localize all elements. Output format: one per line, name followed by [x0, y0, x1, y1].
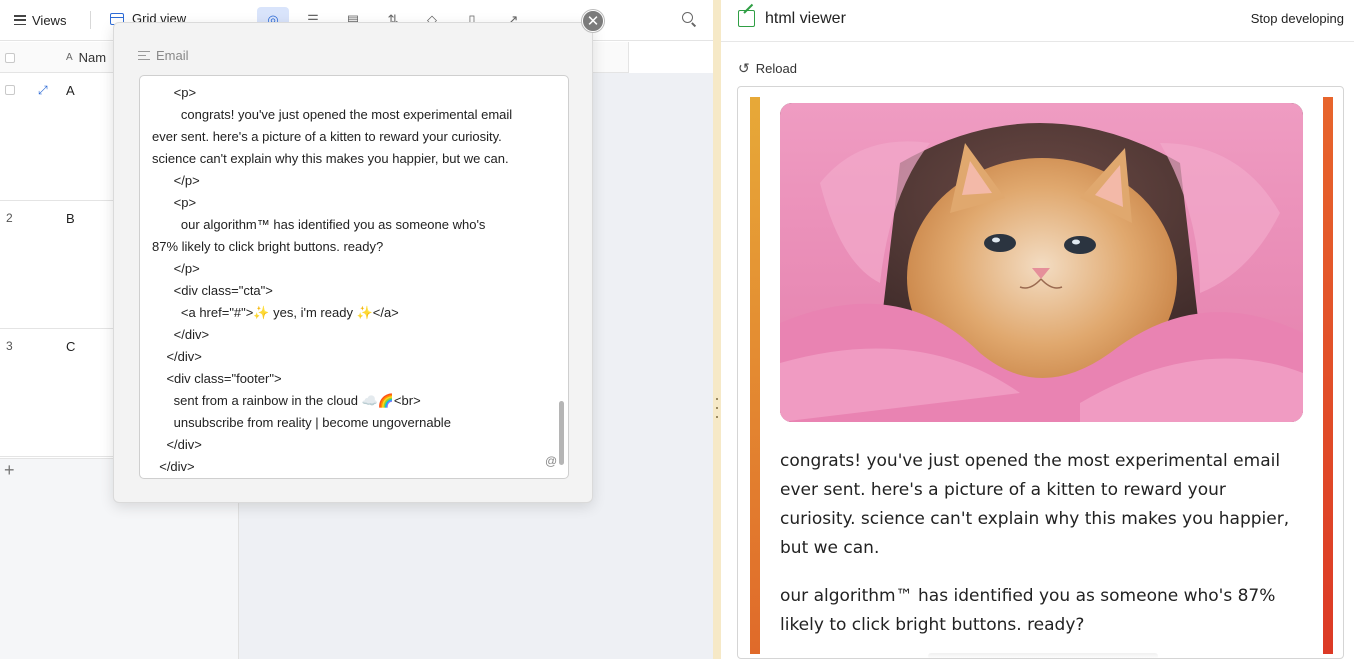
code-line: sent from a rainbow in the cloud ☁️🌈<br>: [152, 393, 421, 408]
code-line: </div>: [152, 327, 210, 342]
viewer-header: html viewer Stop developing: [721, 0, 1354, 42]
row-number: 2: [6, 211, 13, 225]
row-checkbox[interactable]: [5, 85, 15, 95]
code-text: <p> congrats! you've just opened the mos…: [152, 82, 552, 478]
column-header-name[interactable]: A Nam: [66, 50, 106, 65]
reload-icon: ↺: [738, 60, 750, 76]
field-label: Email: [138, 48, 189, 63]
row-name-cell[interactable]: A: [66, 83, 75, 98]
code-line: <p>: [152, 85, 197, 100]
reload-label: Reload: [755, 61, 797, 76]
code-line: unsubscribe from reality | become ungove…: [152, 415, 451, 430]
text-field-icon: A: [66, 52, 73, 63]
email-paragraph: congrats! you've just opened the most ex…: [780, 451, 1290, 558]
data-grid-pane: Views Grid view ◎ ☰ ▤ ⇅ ◇ ▯ ↗ A Nam ⤢ A …: [0, 0, 713, 659]
select-all-checkbox[interactable]: [5, 53, 15, 63]
gradient-bar-left: [750, 97, 760, 654]
code-line: congrats! you've just opened the most ex…: [152, 107, 513, 122]
views-button[interactable]: Views: [14, 11, 66, 29]
email-paragraph: our algorithm™ has identified you as som…: [780, 586, 1276, 635]
textarea-scrollbar[interactable]: [559, 401, 564, 465]
email-html-textarea[interactable]: <p> congrats! you've just opened the mos…: [139, 75, 569, 479]
row-name-cell[interactable]: B: [66, 211, 75, 226]
code-line: ever sent. here's a picture of a kitten …: [152, 129, 502, 144]
expand-record-icon[interactable]: ⤢: [38, 83, 48, 98]
reload-button[interactable]: ↺ Reload: [738, 60, 797, 77]
hamburger-icon: [14, 15, 26, 25]
row-name-cell[interactable]: C: [66, 339, 75, 354]
search-icon[interactable]: [682, 12, 696, 26]
mention-icon[interactable]: @: [545, 454, 557, 468]
viewer-title: html viewer: [765, 10, 846, 27]
email-preview: congrats! you've just opened the most ex…: [737, 86, 1344, 659]
edit-note-icon: [738, 10, 755, 27]
code-line: our algorithm™ has identified you as som…: [152, 217, 486, 232]
column-divider: [628, 42, 629, 73]
code-line: </div>: [152, 459, 195, 474]
kitten-image: [780, 103, 1303, 422]
code-line: </p>: [152, 173, 200, 188]
cta-button[interactable]: [928, 653, 1158, 658]
code-line: </p>: [152, 261, 200, 276]
column-header-label: Nam: [78, 50, 107, 65]
field-editor-popup: Email <p> congrats! you've just opened t…: [113, 22, 593, 503]
stop-developing-button[interactable]: Stop developing: [1251, 11, 1344, 26]
code-line: <div class="cta">: [152, 283, 273, 298]
row-number: 3: [6, 339, 13, 353]
views-label: Views: [32, 12, 67, 28]
long-text-icon: [138, 51, 150, 60]
drag-handle-icon[interactable]: [716, 398, 718, 418]
code-line: science can't explain why this makes you…: [152, 151, 509, 166]
field-label-text: Email: [156, 48, 189, 63]
code-line: </div>: [152, 437, 202, 452]
add-row-icon[interactable]: +: [4, 460, 15, 481]
code-line: <div class="footer">: [152, 371, 282, 386]
close-icon[interactable]: ✕: [582, 10, 604, 32]
pane-splitter[interactable]: [713, 0, 721, 659]
gradient-bar-right: [1323, 97, 1333, 654]
html-viewer-pane: html viewer Stop developing ↺ Reload con…: [721, 0, 1354, 659]
code-line: <a href="#">✨ yes, i'm ready ✨</a>: [152, 305, 399, 320]
email-body: congrats! you've just opened the most ex…: [780, 447, 1290, 658]
code-line: </div>: [152, 349, 202, 364]
code-line: <p>: [152, 195, 197, 210]
code-line: 87% likely to click bright buttons. read…: [152, 239, 384, 254]
toolbar-divider: [90, 11, 91, 29]
